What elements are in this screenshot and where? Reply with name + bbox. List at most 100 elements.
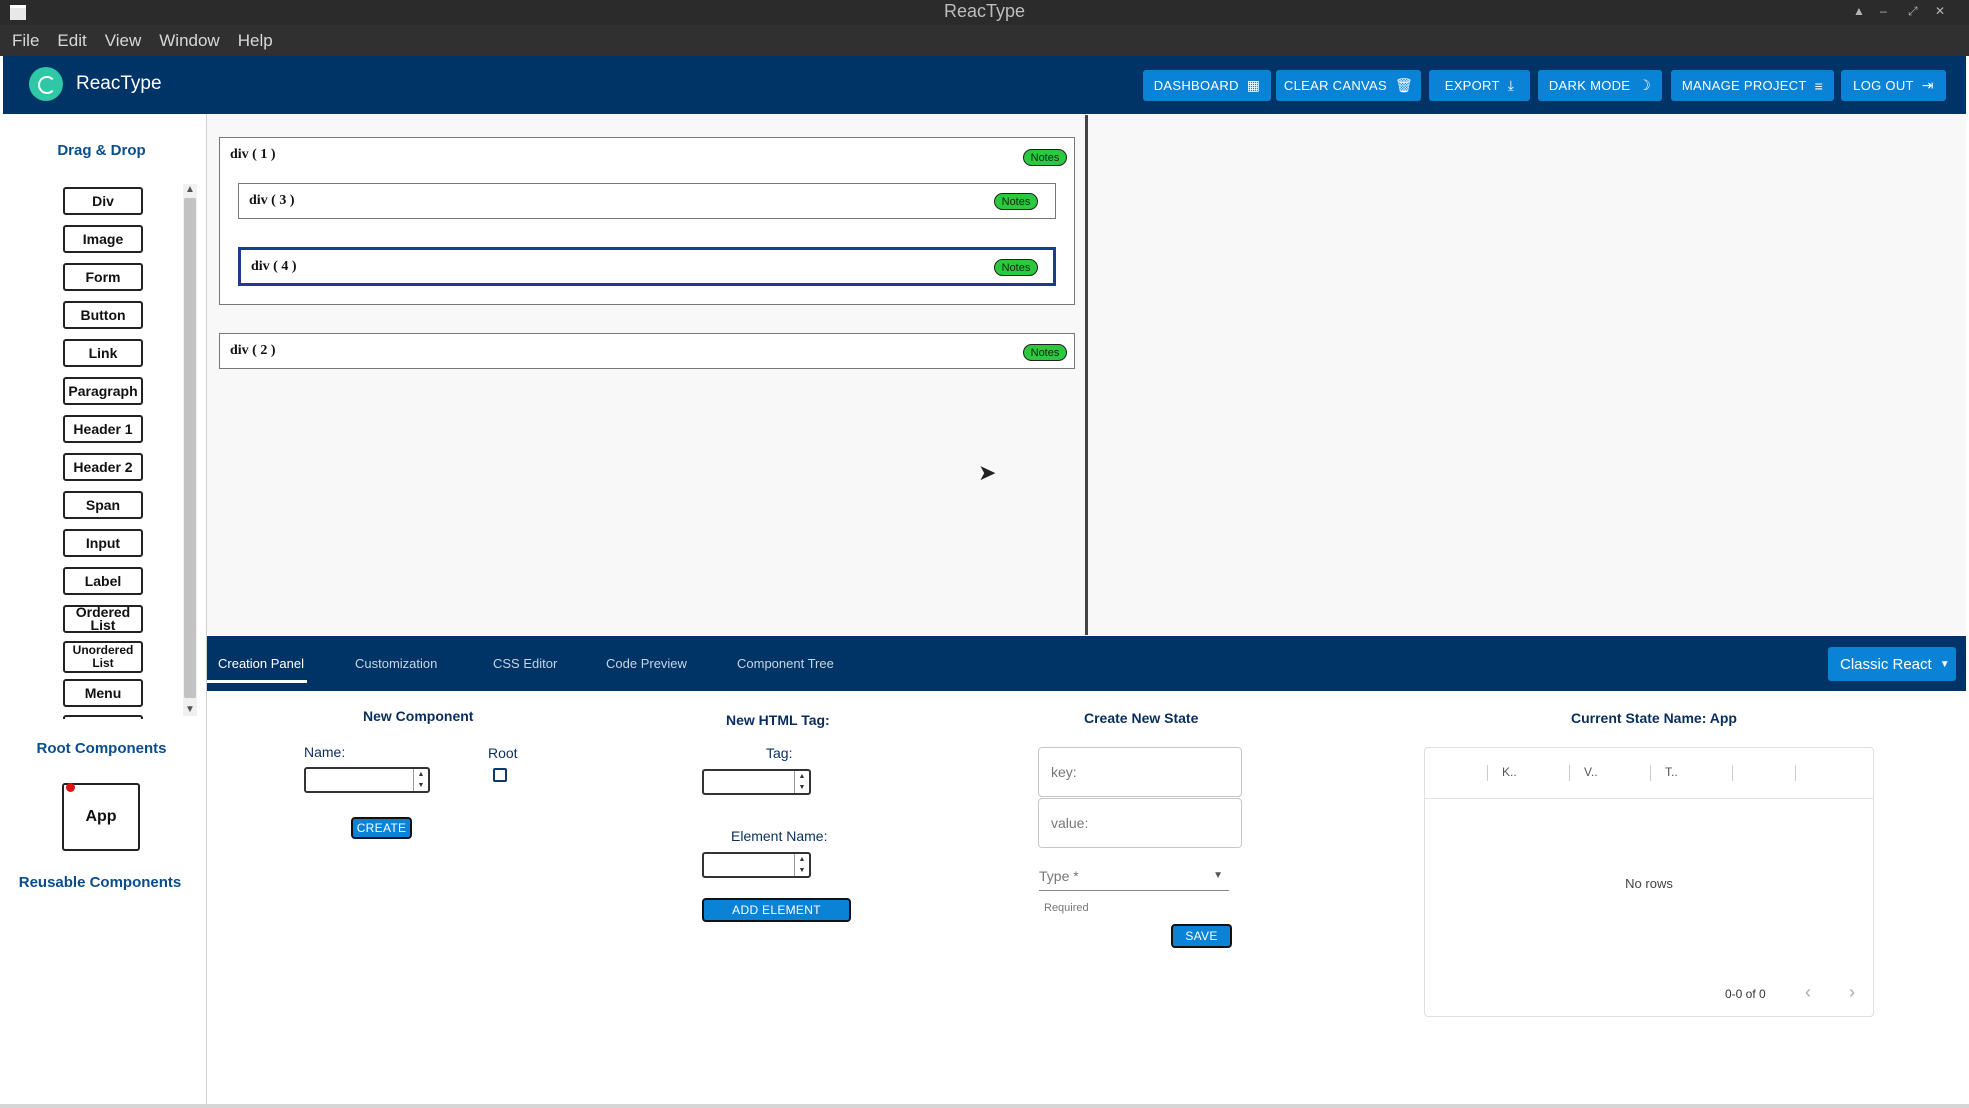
state-key-input[interactable]: key: [1038,747,1242,797]
element-header-2[interactable]: Header 2 [63,453,143,481]
root-component-app[interactable]: App [62,783,140,851]
stepper-arrows-icon[interactable]: ▲ ▼ [794,771,809,793]
dark-mode-label: DARK MODE [1548,78,1631,93]
element-link[interactable]: Link [63,339,143,367]
canvas-component-div-2[interactable]: div ( 2 ) Notes [219,333,1075,369]
element-paragraph[interactable]: Paragraph [63,377,143,405]
framework-select[interactable]: Classic React ▼ [1828,647,1956,681]
stepper-arrows-icon[interactable]: ▲ ▼ [794,854,809,876]
framework-value: Classic React [1840,655,1932,673]
window-app-icon [10,5,26,20]
caret-down-icon: ▼ [1213,870,1223,881]
canvas-component-div-1[interactable]: div ( 1 ) Notes div ( 3 ) Notes div ( 4 … [219,137,1075,305]
bottom-tabs-bar: Creation Panel Customization CSS Editor … [207,636,1966,691]
element-name-label: Element Name: [731,828,828,844]
element-input[interactable]: Input [63,529,143,557]
window-maximize-icon[interactable]: ⤢ [1908,0,1918,22]
element-ordered-list[interactable]: Ordered List [63,605,143,633]
sidebar-scroll-thumb[interactable] [184,198,196,698]
notes-button[interactable]: Notes [994,193,1038,210]
tab-component-tree[interactable]: Component Tree [737,636,834,691]
window-shade-icon[interactable]: ▲ [1853,0,1865,22]
menu-help[interactable]: Help [238,31,273,51]
os-titlebar: ReacType ▲ – ⤢ ✕ [0,0,1969,25]
stepper-arrows-icon[interactable]: ▲ ▼ [413,769,428,791]
tab-customization[interactable]: Customization [355,636,437,691]
notes-button[interactable]: Notes [1023,149,1067,166]
column-key[interactable]: K.. [1502,765,1517,779]
column-separator [1650,765,1651,781]
menu-view[interactable]: View [105,31,142,51]
tab-label: Component Tree [737,656,834,671]
menu-window[interactable]: Window [159,31,219,51]
state-value-input[interactable]: value: [1038,798,1242,848]
left-sidebar: Drag & Drop ▲ ▼ Div Image Form Button Li… [3,114,207,1104]
tab-code-preview[interactable]: Code Preview [606,636,687,691]
element-partial [63,715,143,719]
caret-down-icon: ▼ [1939,658,1950,670]
dashboard-button[interactable]: DASHBOARD ▦ [1143,70,1271,101]
tag-input[interactable]: ▲ ▼ [702,769,811,795]
manage-project-button[interactable]: MANAGE PROJECT ≡ [1671,70,1834,101]
save-state-button[interactable]: SAVE [1171,924,1232,948]
element-header-1[interactable]: Header 1 [63,415,143,443]
menu-file[interactable]: File [12,31,39,51]
window-minimize-icon[interactable]: – [1880,0,1887,22]
element-button[interactable]: Button [63,301,143,329]
column-separator [1569,765,1570,781]
element-div[interactable]: Div [63,187,143,215]
component-label: div ( 1 ) [230,147,276,162]
notes-button[interactable]: Notes [994,259,1038,276]
canvas-component-div-4[interactable]: div ( 4 ) Notes [238,247,1056,286]
design-canvas[interactable]: div ( 1 ) Notes div ( 3 ) Notes div ( 4 … [207,115,1088,635]
column-value[interactable]: V.. [1584,765,1598,779]
canvas-component-div-3[interactable]: div ( 3 ) Notes [238,183,1056,219]
column-type[interactable]: T.. [1665,765,1678,779]
manage-project-label: MANAGE PROJECT [1681,78,1807,93]
clear-canvas-button[interactable]: CLEAR CANVAS 🗑 [1276,70,1421,101]
component-label: div ( 3 ) [249,193,295,208]
element-name-input[interactable]: ▲ ▼ [702,852,811,878]
dark-mode-button[interactable]: DARK MODE ☽ [1538,70,1662,101]
element-label[interactable]: Label [63,567,143,595]
state-table: K.. V.. T.. No rows 0-0 of 0 ‹ › [1424,747,1874,1017]
next-page-icon[interactable]: › [1849,982,1855,1003]
tab-label: Customization [355,656,438,671]
root-checkbox[interactable] [493,768,507,782]
tab-label: CSS Editor [493,656,558,671]
active-indicator [66,783,75,792]
create-button[interactable]: CREATE [351,817,412,839]
reusable-components-title: Reusable Components [18,874,182,891]
component-name-input[interactable]: ▲ ▼ [304,767,430,793]
window-close-icon[interactable]: ✕ [1935,0,1945,22]
element-form[interactable]: Form [63,263,143,291]
root-label: Root [488,745,518,761]
column-separator [1795,765,1796,781]
element-span[interactable]: Span [63,491,143,519]
component-label: div ( 4 ) [251,259,297,274]
drag-drop-title: Drag & Drop [57,142,146,159]
moon-icon: ☽ [1638,77,1652,93]
state-type-select[interactable]: Type * ▼ [1039,868,1229,891]
export-button[interactable]: EXPORT ⤓ [1429,70,1530,101]
export-label: EXPORT [1444,78,1500,93]
clear-canvas-label: CLEAR CANVAS [1283,78,1387,93]
menu-edit[interactable]: Edit [57,31,86,51]
menubar: File Edit View Window Help [0,25,1969,56]
element-image[interactable]: Image [63,225,143,253]
type-helper-text: Required [1044,902,1089,914]
scroll-down-icon[interactable]: ▼ [185,704,195,715]
log-out-button[interactable]: LOG OUT ⇥ [1841,70,1946,101]
element-menu[interactable]: Menu [63,679,143,707]
reactype-logo-icon [29,67,63,101]
dashboard-label: DASHBOARD [1153,78,1239,93]
scroll-up-icon[interactable]: ▲ [185,184,195,195]
element-unordered-list[interactable]: Unordered List [63,641,143,673]
tab-css-editor[interactable]: CSS Editor [493,636,557,691]
add-element-button[interactable]: ADD ELEMENT [702,898,851,922]
prev-page-icon[interactable]: ‹ [1805,982,1811,1003]
download-icon: ⤓ [1507,77,1515,93]
dashboard-icon: ▦ [1246,77,1261,93]
notes-button[interactable]: Notes [1023,344,1067,361]
empty-rows-text: No rows [1625,876,1673,891]
